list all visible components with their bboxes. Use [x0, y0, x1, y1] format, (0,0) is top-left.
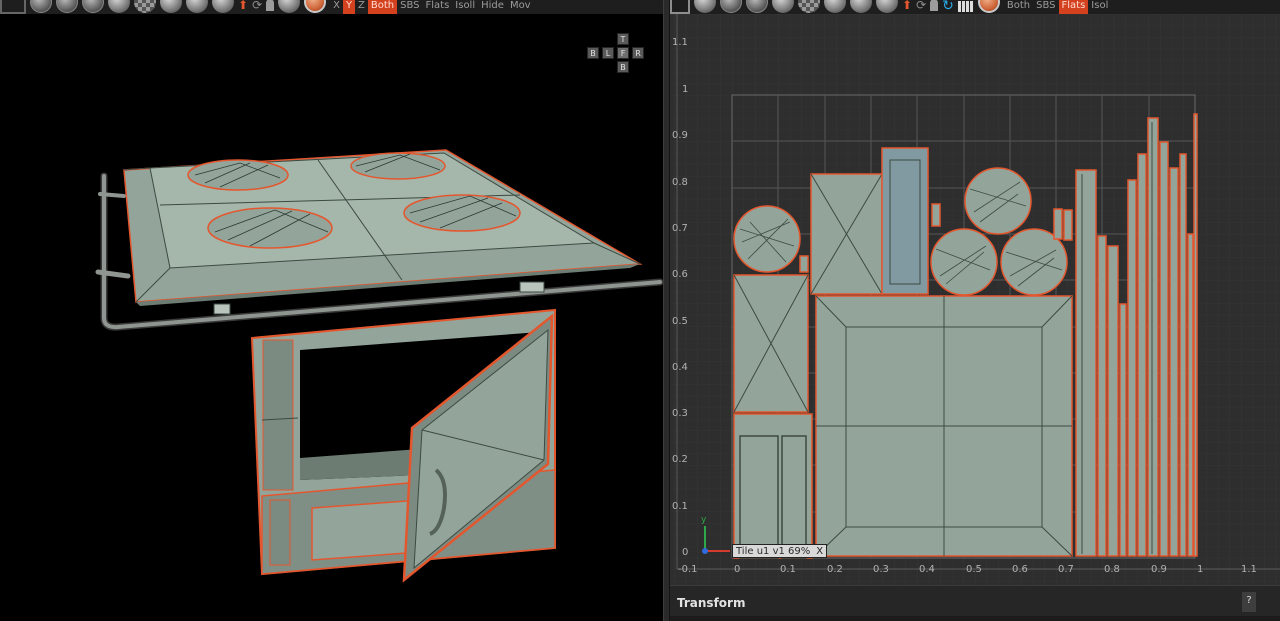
uv-sphere-light-icon[interactable]: [876, 0, 898, 14]
uv-y-tick: 0.1: [672, 501, 688, 512]
tile-info-tag: Tile u1 v1 69% X: [732, 544, 828, 558]
uv-isolate-toggle[interactable]: Isol: [1088, 0, 1111, 14]
uv-sphere-shaded-icon[interactable]: [694, 0, 716, 14]
uv-y-tick: 0.3: [672, 408, 688, 419]
uv-y-tick: 0.7: [672, 223, 688, 234]
uv-x-tick: 0.4: [919, 564, 935, 575]
uv-selection-mode-icon[interactable]: [670, 0, 690, 14]
uv-sbs-toggle[interactable]: SBS: [1033, 0, 1058, 14]
uv-rotate-arrow-icon[interactable]: ⟳: [916, 0, 926, 14]
uv-x-tick: 1: [1197, 564, 1204, 575]
uv-flats-toggle[interactable]: Flats: [1058, 0, 1089, 14]
uv-sphere-grid-icon[interactable]: [746, 0, 768, 14]
uv-both-toggle[interactable]: Both: [1004, 0, 1033, 14]
uv-x-tick: 0.3: [873, 564, 889, 575]
uv-x-tick: 0.6: [1012, 564, 1028, 575]
uv-grid-icon[interactable]: [957, 0, 974, 14]
viewport-splitter[interactable]: [663, 0, 670, 621]
uv-ruler-horizontal: -0.1 0 0.1 0.2 0.3 0.4 0.5 0.6 0.7 0.8 0…: [670, 563, 1280, 581]
tile-info-close-button[interactable]: X: [816, 546, 823, 557]
uv-axis-y-label: y: [701, 515, 707, 525]
uv-x-tick: 0: [734, 564, 741, 575]
uv-sphere-half-icon[interactable]: [850, 0, 872, 14]
transform-panel: Transform ?: [670, 585, 1280, 621]
uv-x-tick: 0.2: [827, 564, 843, 575]
uv-x-tick: 0.5: [966, 564, 982, 575]
transform-panel-title[interactable]: Transform: [677, 596, 745, 610]
uv-x-tick: -0.1: [678, 564, 698, 575]
uv-sphere-flat-icon[interactable]: [772, 0, 794, 14]
uv-y-tick: 0.8: [672, 177, 688, 188]
uv-sphere-matcap-icon[interactable]: [824, 0, 846, 14]
uv-x-tick: 1.1: [1241, 564, 1257, 575]
uv-y-tick: 1.1: [672, 37, 688, 48]
uv-y-tick: 0.9: [672, 130, 688, 141]
viewport-3d[interactable]: ⬆ ⟳ X Y Z Both SBS Flats Isoll Hide Mov …: [0, 0, 663, 621]
uv-editor[interactable]: ⬆ ⟳ ↻ Both SBS Flats Isol y 1.1 1 0.9 0.…: [670, 0, 1280, 621]
uv-ruler-vertical: 1.1 1 0.9 0.8 0.7 0.6 0.5 0.4 0.3 0.2 0.…: [670, 18, 689, 583]
uv-x-tick: 0.7: [1058, 564, 1074, 575]
transform-panel-toolbar: [670, 616, 1280, 621]
tile-info-text: Tile u1 v1 69%: [736, 546, 811, 557]
uv-x-tick: 0.9: [1151, 564, 1167, 575]
uv-move-arrow-icon[interactable]: ⬆: [902, 0, 912, 14]
uv-island-stovetop: [815, 295, 1073, 557]
uv-y-tick: 0.5: [672, 316, 688, 327]
uv-sphere-wire-icon[interactable]: [720, 0, 742, 14]
uv-y-tick: 0: [682, 547, 689, 558]
uv-y-tick: 0.4: [672, 362, 688, 373]
uv-y-tick: 0.6: [672, 269, 688, 280]
uv-checker-icon[interactable]: [798, 0, 820, 14]
uv-editor-toolbar: ⬆ ⟳ ↻ Both SBS Flats Isol: [670, 0, 1280, 14]
uv-y-tick: 0.2: [672, 454, 688, 465]
uv-material-sphere-icon[interactable]: [977, 0, 1000, 14]
stove-mesh-scene[interactable]: [0, 0, 663, 621]
uv-x-tick: 0.8: [1104, 564, 1120, 575]
uv-canvas[interactable]: y x: [670, 14, 1280, 594]
uv-y-tick: 1: [682, 84, 689, 95]
uv-pin-icon[interactable]: [930, 0, 939, 14]
help-button[interactable]: ?: [1242, 592, 1256, 612]
uv-x-tick: 0.1: [780, 564, 796, 575]
uv-loop-icon[interactable]: ↻: [942, 0, 954, 14]
